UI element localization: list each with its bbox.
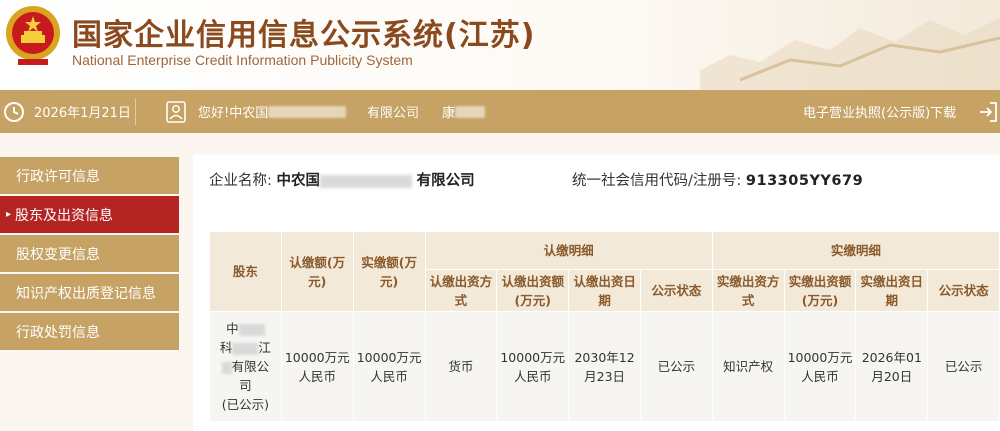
logout-icon[interactable] — [978, 90, 998, 133]
col-header-paid-date: 实缴出资日期 — [855, 269, 929, 312]
table-row: 中 科 江 有限公 司 (已公示) 10000万元人民币 10000万元人民币 货… — [209, 311, 1000, 422]
cell-paid-method: 知识产权 — [711, 311, 785, 422]
cell-paid-amount: 10000万元人民币 — [352, 311, 426, 422]
col-header-paid-method: 实缴出资方式 — [711, 269, 785, 312]
shareholder-part: 中 — [226, 321, 239, 336]
col-header-sub-amount: 认缴出资额(万元) — [496, 269, 570, 312]
clock-icon — [3, 90, 25, 133]
company-name-suffix: 有限公司 — [416, 173, 475, 189]
user-icon — [166, 90, 186, 133]
menu-item-ip-pledge[interactable]: 知识产权出质登记信息 — [0, 274, 179, 311]
cell-shareholder[interactable]: 中 科 江 有限公 司 (已公示) — [209, 311, 282, 422]
site-subtitle: National Enterprise Credit Information P… — [72, 52, 413, 68]
col-header-sub-status: 公示状态 — [640, 269, 713, 312]
company-name-prefix: 中农国 — [276, 173, 321, 189]
cell-sub-amount: 10000万元人民币 — [496, 311, 570, 422]
site-title: 国家企业信用信息公示系统(江苏) — [72, 18, 536, 53]
side-menu: 行政许可信息 ▸ 股东及出资信息 股权变更信息 知识产权出质登记信息 行政处罚信… — [0, 157, 179, 352]
caret-right-icon: ▸ — [6, 209, 12, 220]
cell-sub-date: 2030年12月23日 — [568, 311, 642, 422]
redacted-block — [232, 342, 259, 355]
credit-code-line: 统一社会信用代码/注册号: 913305YY679 — [572, 169, 863, 190]
shareholder-part: 有限公 — [231, 359, 270, 374]
greeting-text: 您好!中农国 — [198, 90, 347, 133]
col-header-sub-date: 认缴出资日期 — [568, 269, 642, 312]
national-emblem-icon — [6, 6, 60, 65]
col-header-paid-detail: 实缴明细 — [711, 231, 1000, 270]
redacted-block — [238, 323, 265, 336]
current-date: 2026年1月21日 — [34, 106, 131, 121]
cell-sub-status: 已公示 — [640, 311, 713, 422]
redacted-block — [320, 174, 412, 188]
cell-paid-date: 2026年01月20日 — [855, 311, 929, 422]
redacted-block — [268, 105, 347, 118]
divider — [135, 98, 136, 125]
col-header-sub-method: 认缴出资方式 — [424, 269, 498, 312]
col-header-paid-status: 公示状态 — [927, 269, 1000, 312]
menu-item-equity-change[interactable]: 股权变更信息 — [0, 235, 179, 272]
cell-subscribed-amount: 10000万元人民币 — [280, 311, 354, 422]
license-download-link[interactable]: 电子营业执照(公示版)下载 — [803, 90, 956, 133]
shareholder-table: 股东 认缴额(万元) 实缴额(万元) 认缴明细 实缴明细 认缴出资方式 认缴出资… — [209, 231, 1000, 422]
user-name: 康 — [442, 90, 486, 133]
main-content: 企业名称: 中农国 有限公司 统一社会信用代码/注册号: 913305YY679… — [193, 155, 1000, 431]
greeting-company-suffix: 有限公司 — [367, 106, 420, 121]
shareholder-part: 司 — [239, 378, 252, 393]
cell-sub-method: 货币 — [424, 311, 498, 422]
cell-paid-status: 已公示 — [927, 311, 1000, 422]
menu-item-shareholder-investment[interactable]: ▸ 股东及出资信息 — [0, 196, 179, 233]
col-header-paid-amount: 实缴额(万元) — [352, 231, 426, 312]
menu-item-label: 股权变更信息 — [16, 246, 100, 263]
col-header-subscribed-detail: 认缴明细 — [424, 231, 713, 270]
col-header-paid-amount-detail: 实缴出资额(万元) — [783, 269, 857, 312]
col-header-shareholder: 股东 — [209, 231, 282, 312]
col-header-subscribed-amount: 认缴额(万元) — [280, 231, 354, 312]
menu-item-label: 行政许可信息 — [16, 168, 100, 185]
redacted-block — [221, 361, 232, 374]
shareholder-status: (已公示) — [221, 397, 270, 412]
cell-paid-amount-detail: 10000万元人民币 — [783, 311, 857, 422]
credit-code-label: 统一社会信用代码/注册号: — [572, 173, 742, 189]
credit-code-prefix: 913305 — [745, 173, 810, 189]
info-bar: 2026年1月21日 您好!中农国 有限公司 康 电子营业执照(公示版)下载 — [0, 90, 1000, 133]
company-name-line: 企业名称: 中农国 有限公司 — [209, 169, 475, 190]
menu-item-label: 行政处罚信息 — [16, 324, 100, 341]
credit-code-suffix: YY679 — [809, 173, 864, 189]
menu-item-admin-license[interactable]: 行政许可信息 — [0, 157, 179, 194]
shareholder-part: 科 — [219, 340, 233, 355]
menu-item-admin-penalty[interactable]: 行政处罚信息 — [0, 313, 179, 350]
user-name-prefix: 康 — [442, 106, 456, 121]
menu-item-label: 股东及出资信息 — [15, 207, 114, 224]
greeting-prefix: 您好!中农国 — [198, 106, 269, 121]
redacted-block — [455, 105, 486, 118]
menu-item-label: 知识产权出质登记信息 — [16, 285, 156, 302]
great-wall-decoration — [700, 18, 1000, 90]
company-name-label: 企业名称: — [209, 173, 272, 189]
site-header: 国家企业信用信息公示系统(江苏) National Enterprise Cre… — [0, 0, 1000, 90]
shareholder-part: 江 — [258, 340, 271, 355]
